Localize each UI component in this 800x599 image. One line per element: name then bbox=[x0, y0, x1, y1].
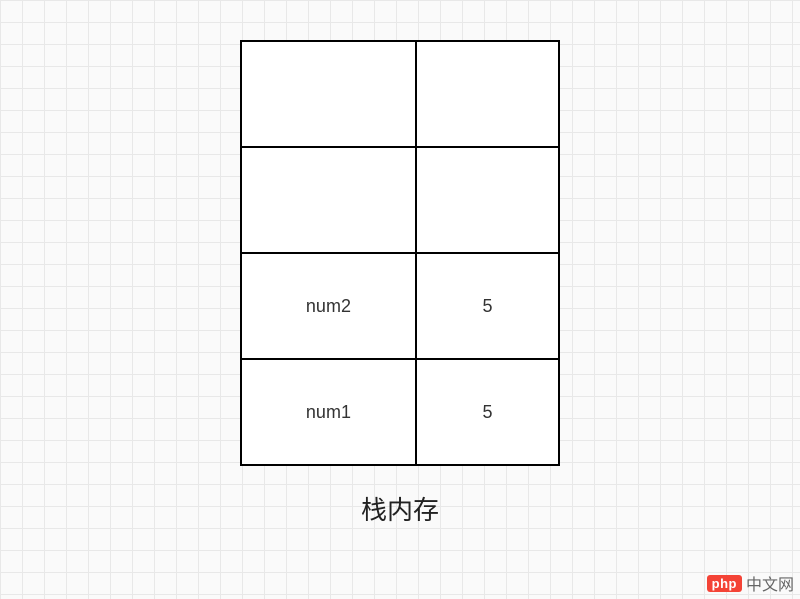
stack-memory-diagram: num2 5 num1 5 bbox=[240, 40, 560, 466]
watermark-text: 中文网 bbox=[746, 571, 794, 595]
watermark: php 中文网 bbox=[707, 571, 794, 595]
cell-value: 5 bbox=[416, 359, 559, 465]
cell-name bbox=[241, 147, 416, 253]
stack-table: num2 5 num1 5 bbox=[240, 40, 560, 466]
table-row: num1 5 bbox=[241, 359, 559, 465]
table-row bbox=[241, 147, 559, 253]
cell-name: num2 bbox=[241, 253, 416, 359]
cell-value bbox=[416, 147, 559, 253]
cell-name: num1 bbox=[241, 359, 416, 465]
cell-name bbox=[241, 41, 416, 147]
table-row: num2 5 bbox=[241, 253, 559, 359]
table-row bbox=[241, 41, 559, 147]
cell-value bbox=[416, 41, 559, 147]
watermark-badge: php bbox=[707, 575, 742, 592]
cell-value: 5 bbox=[416, 253, 559, 359]
diagram-caption: 栈内存 bbox=[240, 490, 560, 527]
